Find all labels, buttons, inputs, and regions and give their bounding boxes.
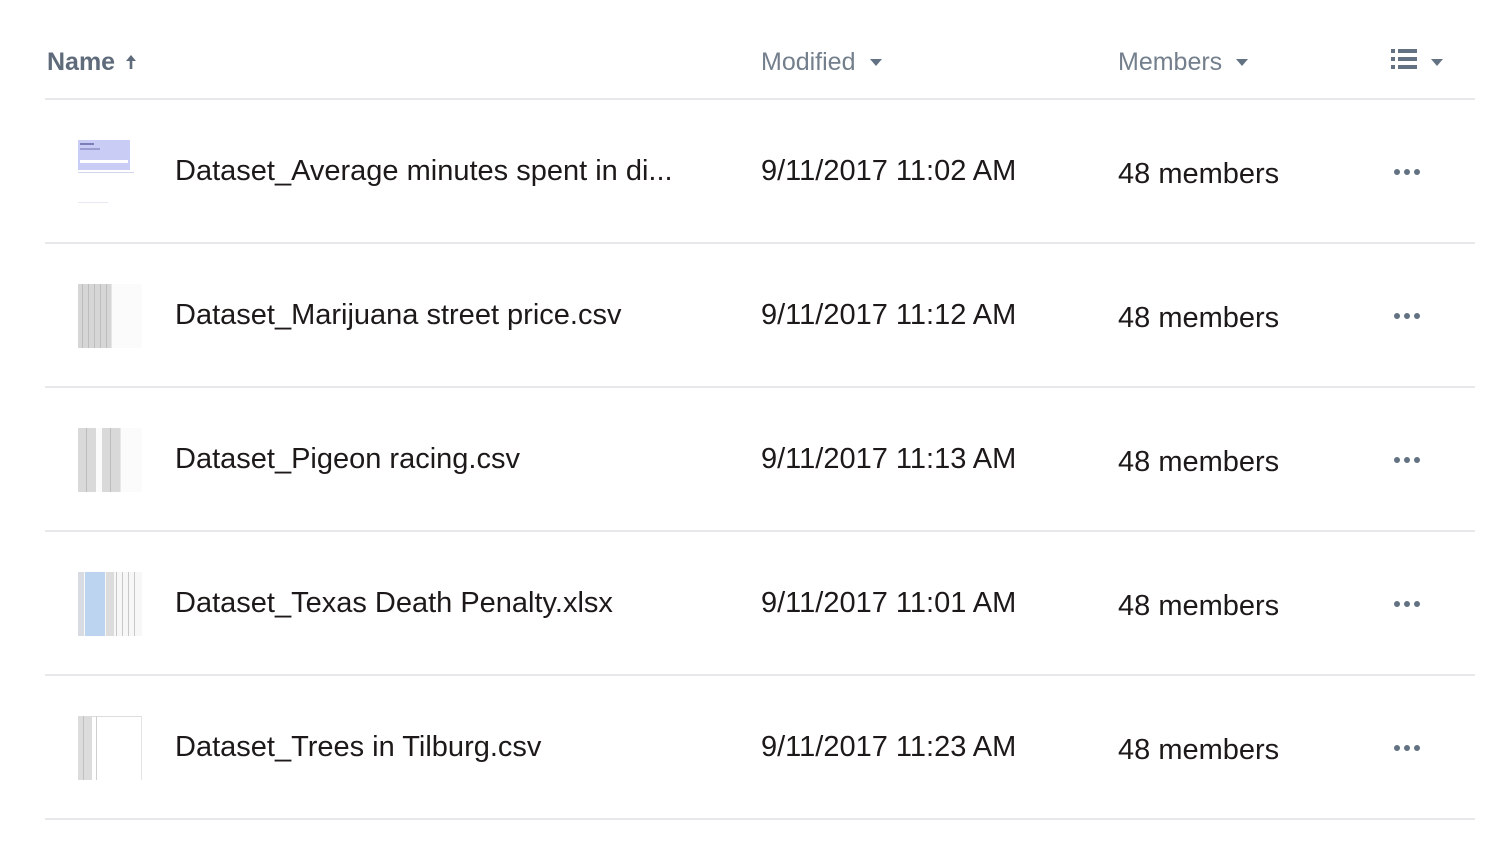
file-modified: 9/11/2017 11:02 AM <box>761 155 1017 187</box>
ellipsis-icon <box>1394 313 1420 319</box>
more-actions-button[interactable] <box>1387 592 1427 616</box>
ellipsis-icon <box>1394 745 1420 751</box>
table-header: Name Modified Members <box>45 0 1475 100</box>
file-modified: 9/11/2017 11:23 AM <box>761 731 1017 763</box>
chevron-down-icon <box>1431 58 1443 66</box>
file-name[interactable]: Dataset_Average minutes spent in di... <box>175 155 695 188</box>
more-actions-button[interactable] <box>1387 736 1427 760</box>
chevron-down-icon <box>1236 58 1249 66</box>
ellipsis-icon <box>1394 169 1420 175</box>
name-header-label: Name <box>47 47 116 76</box>
list-view-icon <box>1391 48 1417 77</box>
file-modified: 9/11/2017 11:12 AM <box>761 299 1017 331</box>
chevron-down-icon <box>869 58 882 66</box>
file-thumbnail <box>78 140 142 204</box>
ellipsis-icon <box>1394 601 1420 607</box>
file-members[interactable]: 48 members <box>1118 446 1279 479</box>
table-row[interactable]: Dataset_Texas Death Penalty.xlsx 9/11/20… <box>45 532 1475 676</box>
table-row[interactable]: Dataset_Pigeon racing.csv 9/11/2017 11:1… <box>45 388 1475 532</box>
sort-by-modified-header[interactable]: Modified <box>761 44 882 80</box>
file-name[interactable]: Dataset_Pigeon racing.csv <box>175 443 695 476</box>
file-thumbnail <box>78 284 142 348</box>
members-header-label: Members <box>1118 47 1223 76</box>
more-actions-button[interactable] <box>1387 160 1427 184</box>
file-members[interactable]: 48 members <box>1118 590 1279 623</box>
file-thumbnail <box>78 428 142 492</box>
sort-by-members-header[interactable]: Members <box>1118 44 1249 80</box>
file-members[interactable]: 48 members <box>1118 734 1279 767</box>
sort-ascending-icon <box>125 54 137 70</box>
file-name[interactable]: Dataset_Marijuana street price.csv <box>175 299 695 332</box>
modified-header-label: Modified <box>761 47 856 76</box>
ellipsis-icon <box>1394 457 1420 463</box>
sort-by-name-header[interactable]: Name <box>47 44 137 80</box>
view-options-button[interactable] <box>1391 44 1443 80</box>
file-list-table: Name Modified Members Dataset_Average mi… <box>45 0 1475 820</box>
more-actions-button[interactable] <box>1387 448 1427 472</box>
file-name[interactable]: Dataset_Trees in Tilburg.csv <box>175 731 695 764</box>
file-thumbnail <box>78 572 142 636</box>
file-members[interactable]: 48 members <box>1118 302 1279 335</box>
more-actions-button[interactable] <box>1387 304 1427 328</box>
file-name[interactable]: Dataset_Texas Death Penalty.xlsx <box>175 587 695 620</box>
table-row[interactable]: Dataset_Trees in Tilburg.csv 9/11/2017 1… <box>45 676 1475 820</box>
file-thumbnail <box>78 716 142 780</box>
table-row[interactable]: Dataset_Average minutes spent in di... 9… <box>45 100 1475 244</box>
file-modified: 9/11/2017 11:01 AM <box>761 587 1017 619</box>
file-members[interactable]: 48 members <box>1118 158 1279 191</box>
file-modified: 9/11/2017 11:13 AM <box>761 443 1017 475</box>
table-row[interactable]: Dataset_Marijuana street price.csv 9/11/… <box>45 244 1475 388</box>
